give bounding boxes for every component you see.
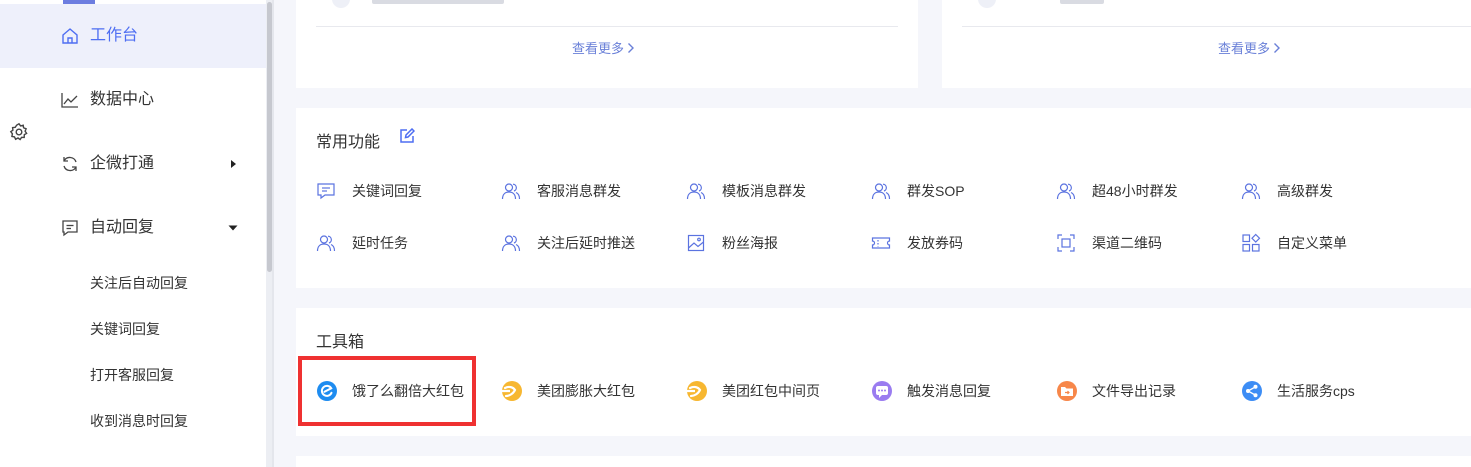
caret-down-icon [228, 225, 238, 231]
grid-menu-icon [1242, 233, 1261, 252]
common-functions-card: 常用功能 关键词回复 客服消息群发 模板消息群发 群发SOP 超48小时群发 高… [296, 108, 1471, 288]
gear-icon[interactable] [9, 122, 29, 142]
sidebar-item-label: 自动回复 [90, 219, 155, 236]
feature-label: 延时任务 [352, 235, 408, 251]
view-more-label: 查看更多 [1218, 41, 1271, 56]
view-more-link[interactable]: 查看更多 [1218, 38, 1281, 57]
sidebar-subitem-keyword-reply[interactable]: 关键词回复 [90, 319, 160, 339]
users-icon [1056, 183, 1076, 200]
tool-label: 美团膨胀大红包 [537, 383, 635, 399]
feature-label: 关注后延时推送 [537, 235, 635, 251]
feature-label: 超48小时群发 [1092, 183, 1178, 199]
sidebar-divider [272, 0, 274, 467]
scan-frame-icon [1057, 234, 1075, 252]
sidebar-item-label: 企微打通 [90, 155, 155, 172]
feature-keyword-reply[interactable]: 关键词回复 [316, 181, 422, 201]
sidebar: 工作台 数据中心 企微打通 自动回复 关注后自动回复 关键词回复 打开客服回复 … [0, 0, 272, 467]
users-icon [501, 183, 521, 200]
bottom-card-partial [296, 456, 1471, 467]
feature-broadcast-sop[interactable]: 群发SOP [871, 181, 965, 201]
caret-right-icon [231, 160, 236, 168]
sidebar-subitem-message-reply[interactable]: 收到消息时回复 [90, 411, 188, 431]
top-card-left: 查看更多 [296, 0, 918, 88]
view-more-link[interactable]: 查看更多 [572, 38, 635, 57]
card-divider [962, 26, 1471, 27]
feature-template-broadcast[interactable]: 模板消息群发 [686, 181, 806, 201]
feature-label: 关键词回复 [352, 183, 422, 199]
share-icon [1242, 381, 1262, 401]
feature-48h-broadcast[interactable]: 超48小时群发 [1056, 181, 1178, 201]
chevron-right-icon [1274, 42, 1281, 53]
top-card-right: 查看更多 [942, 0, 1471, 88]
feature-label: 客服消息群发 [537, 183, 621, 199]
chevron-right-icon [628, 42, 635, 53]
sidebar-item-label: 工作台 [90, 27, 139, 44]
feature-label: 自定义菜单 [1277, 235, 1347, 251]
tool-label: 生活服务cps [1277, 383, 1355, 399]
feature-delayed-task[interactable]: 延时任务 [316, 233, 408, 253]
home-icon [62, 28, 78, 44]
toolbox-title: 工具箱 [316, 334, 365, 351]
image-icon [687, 234, 705, 252]
meituan-icon [687, 381, 707, 401]
sidebar-item-auto-reply[interactable]: 自动回复 [0, 196, 266, 260]
sidebar-item-wecom[interactable]: 企微打通 [0, 132, 266, 196]
common-functions-title: 常用功能 [316, 134, 381, 151]
card-divider [316, 26, 898, 27]
feature-label: 粉丝海报 [722, 235, 778, 251]
sidebar-item-label: 数据中心 [90, 91, 155, 108]
message-square-icon [317, 183, 335, 200]
feature-service-broadcast[interactable]: 客服消息群发 [501, 181, 621, 201]
tool-label: 触发消息回复 [907, 383, 991, 399]
sidebar-item-data-center[interactable]: 数据中心 [0, 68, 266, 132]
partial-list-icon [332, 0, 350, 8]
ticket-icon [871, 237, 891, 249]
partial-list-text [1060, 0, 1104, 4]
tool-label: 美团红包中间页 [722, 383, 820, 399]
edit-icon[interactable] [399, 128, 415, 144]
feature-label: 渠道二维码 [1092, 235, 1162, 251]
users-icon [686, 183, 706, 200]
partial-list-text [372, 0, 504, 4]
chat-bubble-icon [872, 381, 892, 401]
message-icon [62, 220, 78, 237]
users-icon [316, 235, 336, 252]
feature-label: 高级群发 [1277, 183, 1333, 199]
feature-channel-qrcode[interactable]: 渠道二维码 [1056, 233, 1162, 253]
tool-label: 文件导出记录 [1092, 383, 1176, 399]
highlight-box [298, 356, 476, 426]
sidebar-subitem-follow-reply[interactable]: 关注后自动回复 [90, 273, 188, 293]
feature-fan-poster[interactable]: 粉丝海报 [686, 233, 778, 253]
meituan-icon [502, 381, 522, 401]
partial-list-icon [978, 0, 996, 8]
folder-icon [1057, 381, 1077, 401]
feature-label: 群发SOP [907, 183, 965, 199]
feature-issue-coupon[interactable]: 发放券码 [871, 233, 963, 253]
feature-advanced-broadcast[interactable]: 高级群发 [1241, 181, 1333, 201]
tool-meituan-middle-page[interactable]: 美团红包中间页 [686, 379, 820, 403]
tool-file-export-records[interactable]: 文件导出记录 [1056, 379, 1176, 403]
users-icon [1241, 183, 1261, 200]
tool-life-service-cps[interactable]: 生活服务cps [1241, 379, 1355, 403]
feature-custom-menu[interactable]: 自定义菜单 [1241, 233, 1347, 253]
sidebar-item-workbench[interactable]: 工作台 [0, 4, 266, 68]
users-icon [871, 183, 891, 200]
refresh-icon [63, 156, 77, 172]
feature-label: 发放券码 [907, 235, 963, 251]
feature-delayed-push[interactable]: 关注后延时推送 [501, 233, 635, 253]
line-chart-icon [61, 93, 78, 108]
feature-label: 模板消息群发 [722, 183, 806, 199]
tool-trigger-message-reply[interactable]: 触发消息回复 [871, 379, 991, 403]
sidebar-subitem-service-reply[interactable]: 打开客服回复 [90, 365, 174, 385]
tool-meituan-expand-packet[interactable]: 美团膨胀大红包 [501, 379, 635, 403]
users-icon [501, 235, 521, 252]
view-more-label: 查看更多 [572, 41, 625, 56]
